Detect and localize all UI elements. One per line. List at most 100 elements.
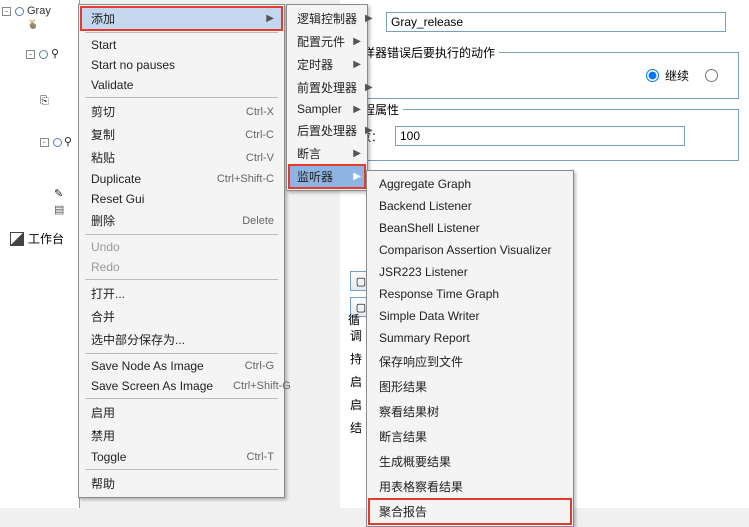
shortcut-label: Ctrl-G [245,360,274,372]
listener-label: Backend Listener [379,199,472,213]
listener-view-results-table[interactable]: 用表格察看结果 [369,474,571,499]
listener-graph-results[interactable]: 图形结果 [369,374,571,399]
shortcut-label: Ctrl+Shift-G [233,380,291,392]
menu-help[interactable]: 帮助 [81,472,282,495]
submenu-assertion-label: 断言 [297,145,321,162]
submenu-assertion[interactable]: 断言▶ [289,142,365,165]
submenu-logic-label: 逻辑控制器 [297,10,357,27]
tree-node-root[interactable]: - Gray [2,4,77,18]
workbench-node[interactable]: 工作台 [10,230,64,247]
menu-duplicate-label: Duplicate [91,172,141,186]
count-input[interactable] [395,126,685,146]
listener-jsr223[interactable]: JSR223 Listener [369,261,571,283]
menu-add[interactable]: 添加 ▶ [81,7,282,30]
listener-label: 聚合报告 [379,503,427,520]
workbench-label: 工作台 [28,230,64,247]
other-radio[interactable] [705,69,718,82]
gear-icon [26,19,40,33]
submenu-config-element[interactable]: 配置元件▶ [289,30,365,53]
listener-backend[interactable]: Backend Listener [369,195,571,217]
menu-add-label: 添加 [91,10,115,27]
context-menu: 添加 ▶ Start Start no pauses Validate 剪切Ct… [78,4,285,498]
listener-label: Aggregate Graph [379,177,471,191]
submenu-timer[interactable]: 定时器 ▶ [289,53,365,76]
item-icon: ⎘ [40,95,54,109]
menu-disable[interactable]: 禁用 [81,424,282,447]
node-dot-icon [14,6,24,16]
menu-reset-label: Reset Gui [91,192,144,206]
listener-label: 察看结果树 [379,403,439,420]
listener-view-results-tree[interactable]: 察看结果树 [369,399,571,424]
listener-aggregate-report[interactable]: 聚合报告 [369,499,571,524]
menu-save-node-label: Save Node As Image [91,359,204,373]
menu-merge[interactable]: 合并 [81,305,282,328]
chevron-right-icon: ▶ [353,59,361,70]
listener-simple-data-writer[interactable]: Simple Data Writer [369,305,571,327]
menu-save-screen-image[interactable]: Save Screen As ImageCtrl+Shift-G [81,376,282,396]
tree-node-leaf[interactable] [40,202,77,218]
listener-aggregate-graph[interactable]: Aggregate Graph [369,173,571,195]
submenu-pre-processor[interactable]: 前置处理器▶ [289,76,365,99]
menu-delete[interactable]: 删除Delete [81,209,282,232]
menu-toggle[interactable]: ToggleCtrl-T [81,447,282,467]
collapse-icon[interactable]: - [26,50,35,59]
menu-paste-label: 粘贴 [91,149,115,166]
tree-node-child[interactable]: - ⚲ [26,46,77,62]
report-icon [54,203,68,217]
chevron-right-icon: ▶ [353,171,361,182]
add-submenu: 逻辑控制器▶ 配置元件▶ 定时器▶ 前置处理器▶ Sampler▶ 后置处理器▶… [286,4,368,191]
listener-label: BeanShell Listener [379,221,480,235]
name-input[interactable] [386,12,726,32]
submenu-timer-label: 定时器 [297,56,333,73]
continue-label: 继续 [665,67,689,84]
collapse-icon[interactable]: - [40,138,49,147]
pencil-icon: ✎ [54,187,68,201]
tree-node-child[interactable] [26,18,77,34]
menu-save-selection[interactable]: 选中部分保存为... [81,328,282,351]
menu-start-no-pauses[interactable]: Start no pauses [81,55,282,75]
listener-save-response-to-file[interactable]: 保存响应到文件 [369,349,571,374]
submenu-post-processor[interactable]: 后置处理器▶ [289,119,365,142]
menu-enable[interactable]: 启用 [81,401,282,424]
loop-label: 循 [348,311,360,328]
menu-copy[interactable]: 复制Ctrl-C [81,123,282,146]
tree-root-label: Gray [27,5,51,17]
tree-panel: - Gray - ⚲ ⎘ - ⚲ ✎ [0,0,80,508]
submenu-pre-label: 前置处理器 [297,79,357,96]
menu-validate[interactable]: Validate [81,75,282,95]
menu-start[interactable]: Start [81,35,282,55]
menu-save-node-image[interactable]: Save Node As Image Ctrl-G [81,356,282,376]
listener-comparison[interactable]: Comparison Assertion Visualizer [369,239,571,261]
submenu-sampler[interactable]: Sampler▶ [289,99,365,119]
menu-separator [85,469,278,470]
collapse-icon[interactable]: - [2,7,11,16]
menu-duplicate[interactable]: DuplicateCtrl+Shift-C [81,169,282,189]
menu-help-label: 帮助 [91,475,115,492]
tree-node-child[interactable]: - ⚲ [40,134,77,150]
menu-undo-label: Undo [91,240,120,254]
listener-label: Comparison Assertion Visualizer [379,243,552,257]
listener-label: Simple Data Writer [379,309,479,323]
tree-node-leaf[interactable]: ⎘ [40,94,77,110]
menu-cut[interactable]: 剪切Ctrl-X [81,100,282,123]
beaker-icon: ⚲ [51,47,65,61]
chevron-right-icon: ▶ [365,125,373,136]
menu-open[interactable]: 打开... [81,282,282,305]
listener-summary-report[interactable]: Summary Report [369,327,571,349]
tree-node-leaf[interactable]: ✎ [40,186,77,202]
submenu-logic-controller[interactable]: 逻辑控制器▶ [289,7,365,30]
menu-merge-label: 合并 [91,308,115,325]
chevron-right-icon: ▶ [365,13,373,24]
listener-assertion-results[interactable]: 断言结果 [369,424,571,449]
continue-radio[interactable] [646,69,659,82]
listener-generate-summary[interactable]: 生成概要结果 [369,449,571,474]
listener-beanshell[interactable]: BeanShell Listener [369,217,571,239]
thread-attrs-group: 程属性 数： [350,109,739,161]
listener-response-time-graph[interactable]: Response Time Graph [369,283,571,305]
error-action-group: 样器错误后要执行的动作 继续 [350,52,739,99]
end-label: 结 [350,419,362,436]
listener-label: 断言结果 [379,428,427,445]
submenu-listener[interactable]: 监听器▶ [289,165,365,188]
menu-reset-gui[interactable]: Reset Gui [81,189,282,209]
menu-paste[interactable]: 粘贴Ctrl-V [81,146,282,169]
